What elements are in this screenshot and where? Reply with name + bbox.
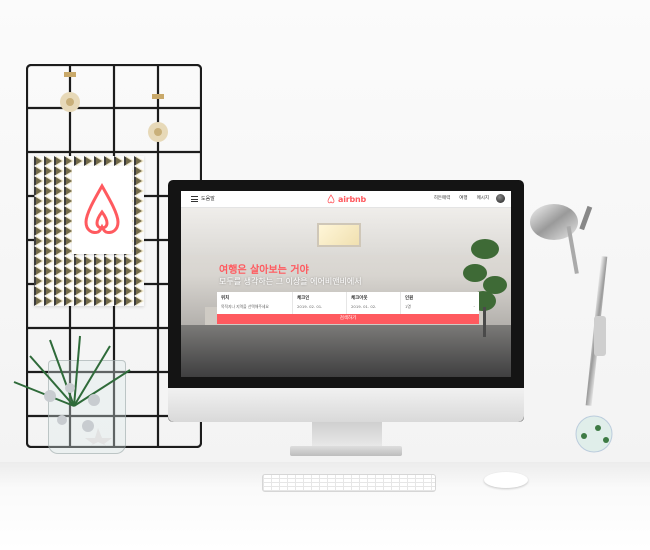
checkin-field[interactable]: 체크인 2019. 02. 01. xyxy=(293,292,347,314)
nav-item-travel[interactable]: 여행 xyxy=(459,195,467,201)
airbnb-logo-icon xyxy=(327,194,335,204)
location-input[interactable]: 목적지나 지역을 선택해주세요 xyxy=(221,304,269,310)
guests-input[interactable]: 1명 xyxy=(405,304,411,310)
guests-field[interactable]: 인원 1명 - xyxy=(401,292,479,314)
search-button[interactable]: 검색하기 xyxy=(217,314,479,324)
brand-name: airbnb xyxy=(338,194,367,204)
location-field[interactable]: 위치 목적지나 지역을 선택해주세요 xyxy=(217,292,293,314)
guests-stepper[interactable]: - xyxy=(474,304,475,309)
site-header: 도움말 airbnb 히든매력 여행 메시지 xyxy=(181,191,511,208)
hero-title: 여행은 살아보는 거야 xyxy=(219,265,309,276)
poster-logo-card xyxy=(72,166,132,254)
guests-label: 인원 xyxy=(405,296,414,301)
desk-lamp-icon xyxy=(530,204,613,453)
brand-logo[interactable]: airbnb xyxy=(326,193,366,205)
keyboard xyxy=(262,474,436,492)
hero-floor xyxy=(181,325,511,377)
search-fields: 위치 목적지나 지역을 선택해주세요 체크인 2019. 02. 01. 체크아… xyxy=(217,292,479,314)
monitor-chin xyxy=(168,388,524,422)
help-menu-label[interactable]: 도움말 xyxy=(201,195,215,202)
nav-item-messages[interactable]: 메시지 xyxy=(477,195,489,201)
nav-item-hidden-charm[interactable]: 히든매력 xyxy=(434,195,451,201)
user-avatar[interactable] xyxy=(496,194,505,203)
search-form: 위치 목적지나 지역을 선택해주세요 체크인 2019. 02. 01. 체크아… xyxy=(217,292,479,326)
hero-subtitle: 모두를 생각하는 그 이상을 에어비앤비에서 xyxy=(219,277,362,286)
mouse xyxy=(484,472,528,488)
top-navigation: 히든매력 여행 메시지 xyxy=(434,195,489,201)
airbnb-poster xyxy=(34,156,144,306)
checkout-field[interactable]: 체크아웃 2019. 01. 02. xyxy=(347,292,401,314)
pine-branches-icon xyxy=(13,335,131,446)
location-label: 위치 xyxy=(221,296,230,301)
monitor-stand-base xyxy=(290,446,402,456)
airbnb-logo-icon xyxy=(84,182,120,234)
checkin-input[interactable]: 2019. 02. 01. xyxy=(297,304,322,309)
website-screen: 도움말 airbnb 히든매력 여행 메시지 여행은 살아보는 거야 모두를 생… xyxy=(181,191,511,377)
checkout-input[interactable]: 2019. 01. 02. xyxy=(351,304,376,309)
checkout-label: 체크아웃 xyxy=(351,296,368,301)
monitor-stand-neck xyxy=(312,422,382,448)
hamburger-menu-icon[interactable] xyxy=(191,196,198,202)
hero-skylight xyxy=(317,223,361,247)
checkin-label: 체크인 xyxy=(297,296,310,301)
